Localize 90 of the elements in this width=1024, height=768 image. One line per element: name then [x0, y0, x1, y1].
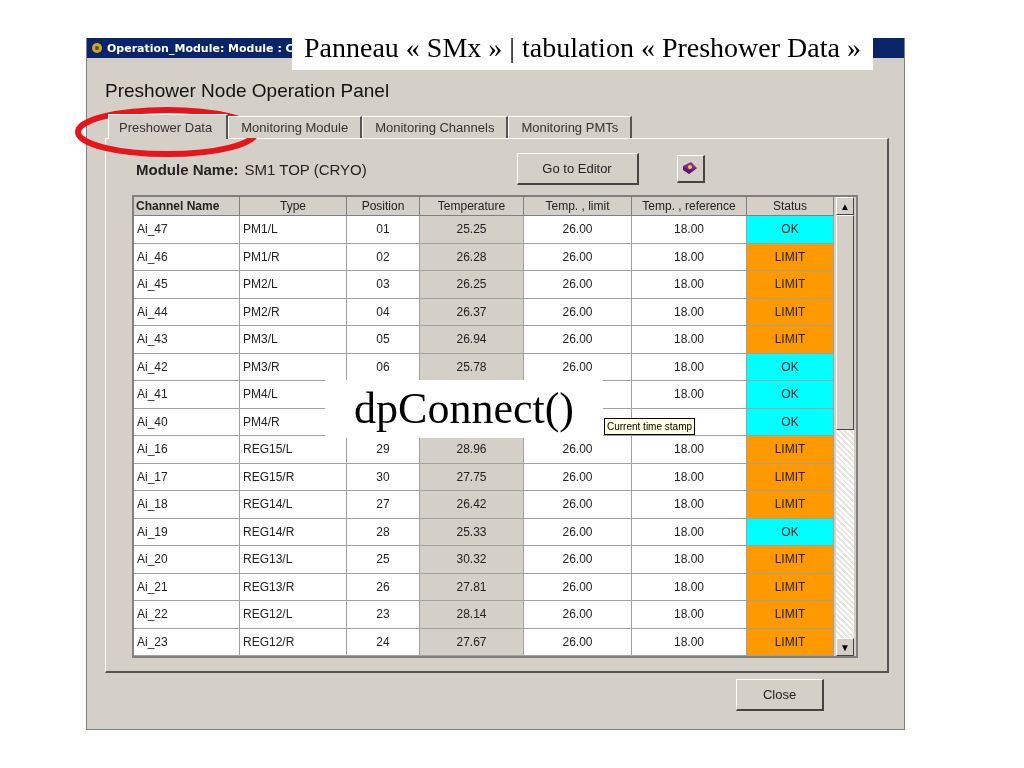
table-cell: Ai_42: [134, 353, 240, 381]
column-header[interactable]: Channel Name: [134, 197, 240, 216]
status-cell: LIMIT: [747, 546, 834, 574]
table-cell: 26.00: [524, 546, 632, 574]
table-cell: 26.00: [524, 628, 632, 656]
table-cell: 26.00: [524, 271, 632, 299]
panel-title: Preshower Node Operation Panel: [105, 80, 391, 103]
table-cell: Ai_43: [134, 326, 240, 354]
column-header[interactable]: Temperature: [420, 197, 524, 216]
status-cell: OK: [747, 518, 834, 546]
table-cell: 26.00: [524, 243, 632, 271]
table-cell: Ai_19: [134, 518, 240, 546]
table-cell: Ai_44: [134, 298, 240, 326]
table-cell: 30.32: [420, 546, 524, 574]
table-cell: Ai_21: [134, 573, 240, 601]
table-cell: REG14/R: [240, 518, 347, 546]
table-cell: REG14/L: [240, 491, 347, 519]
table-cell: PM1/L: [240, 216, 347, 244]
close-button[interactable]: Close: [736, 679, 824, 711]
status-cell: LIMIT: [747, 243, 834, 271]
module-name-label: Module Name:: [136, 160, 239, 178]
status-cell: LIMIT: [747, 628, 834, 656]
status-cell: LIMIT: [747, 573, 834, 601]
table-cell: 27.81: [420, 573, 524, 601]
table-cell: 28.14: [420, 601, 524, 629]
table-cell: REG15/R: [240, 463, 347, 491]
table-cell: Ai_18: [134, 491, 240, 519]
table-cell: Ai_17: [134, 463, 240, 491]
module-name-value: SM1 TOP (CRYO): [244, 160, 368, 178]
table-cell: 26.37: [420, 298, 524, 326]
tab[interactable]: Monitoring PMTs: [508, 116, 633, 138]
table-cell: 26.00: [524, 573, 632, 601]
table-cell: 26.00: [524, 326, 632, 354]
table-cell: Ai_22: [134, 601, 240, 629]
column-header[interactable]: Temp. , reference: [632, 197, 747, 216]
status-cell: LIMIT: [747, 436, 834, 464]
status-cell: OK: [747, 353, 834, 381]
table-cell: REG13/L: [240, 546, 347, 574]
table-cell: Ai_46: [134, 243, 240, 271]
tab[interactable]: Preshower Data: [108, 114, 229, 139]
table-cell: 27.75: [420, 463, 524, 491]
table-cell: 26.25: [420, 271, 524, 299]
table-cell: PM2/L: [240, 271, 347, 299]
table-cell: REG13/R: [240, 573, 347, 601]
table-cell: 26.42: [420, 491, 524, 519]
table-cell: Ai_41: [134, 381, 240, 409]
tooltip: Current time stamp: [604, 418, 696, 435]
table-cell: PM1/R: [240, 243, 347, 271]
table-cell: 26.94: [420, 326, 524, 354]
tab[interactable]: Monitoring Channels: [362, 116, 509, 138]
table-cell: 26.00: [524, 216, 632, 244]
table-cell: 28.96: [420, 436, 524, 464]
table-cell: Ai_45: [134, 271, 240, 299]
status-cell: LIMIT: [747, 271, 834, 299]
column-header[interactable]: Temp. , limit: [524, 197, 632, 216]
status-cell: OK: [747, 381, 834, 409]
table-cell: Ai_40: [134, 408, 240, 436]
status-cell: OK: [747, 216, 834, 244]
scroll-down-button[interactable]: ▼: [836, 638, 854, 656]
table-cell: 25.78: [420, 353, 524, 381]
table-cell: PM3/L: [240, 326, 347, 354]
table-cell: REG12/R: [240, 628, 347, 656]
table-cell: 26.28: [420, 243, 524, 271]
column-header[interactable]: Status: [747, 197, 834, 216]
status-cell: LIMIT: [747, 463, 834, 491]
status-cell: LIMIT: [747, 326, 834, 354]
callout-text: dpConnect(): [325, 380, 603, 438]
table-cell: 26.00: [524, 491, 632, 519]
table-cell: Ai_20: [134, 546, 240, 574]
table-cell: REG12/L: [240, 601, 347, 629]
scroll-up-button[interactable]: ▲: [836, 197, 854, 215]
table-cell: 25.25: [420, 216, 524, 244]
status-cell: LIMIT: [747, 491, 834, 519]
table-cell: 26.00: [524, 463, 632, 491]
column-header[interactable]: Type: [240, 197, 347, 216]
table-cell: 26.00: [524, 518, 632, 546]
status-cell: LIMIT: [747, 601, 834, 629]
status-cell: OK: [747, 408, 834, 436]
table-cell: 27.67: [420, 628, 524, 656]
status-cell: LIMIT: [747, 298, 834, 326]
tab[interactable]: Monitoring Module: [228, 116, 363, 138]
table-cell: 25.33: [420, 518, 524, 546]
table-cell: Ai_47: [134, 216, 240, 244]
table-cell: Ai_23: [134, 628, 240, 656]
table-cell: Ai_16: [134, 436, 240, 464]
table-cell: PM2/R: [240, 298, 347, 326]
go-to-editor-button[interactable]: Go to Editor: [516, 153, 639, 185]
table-cell: 26.00: [524, 298, 632, 326]
column-header[interactable]: Position: [347, 197, 420, 216]
table-cell: 26.00: [524, 601, 632, 629]
